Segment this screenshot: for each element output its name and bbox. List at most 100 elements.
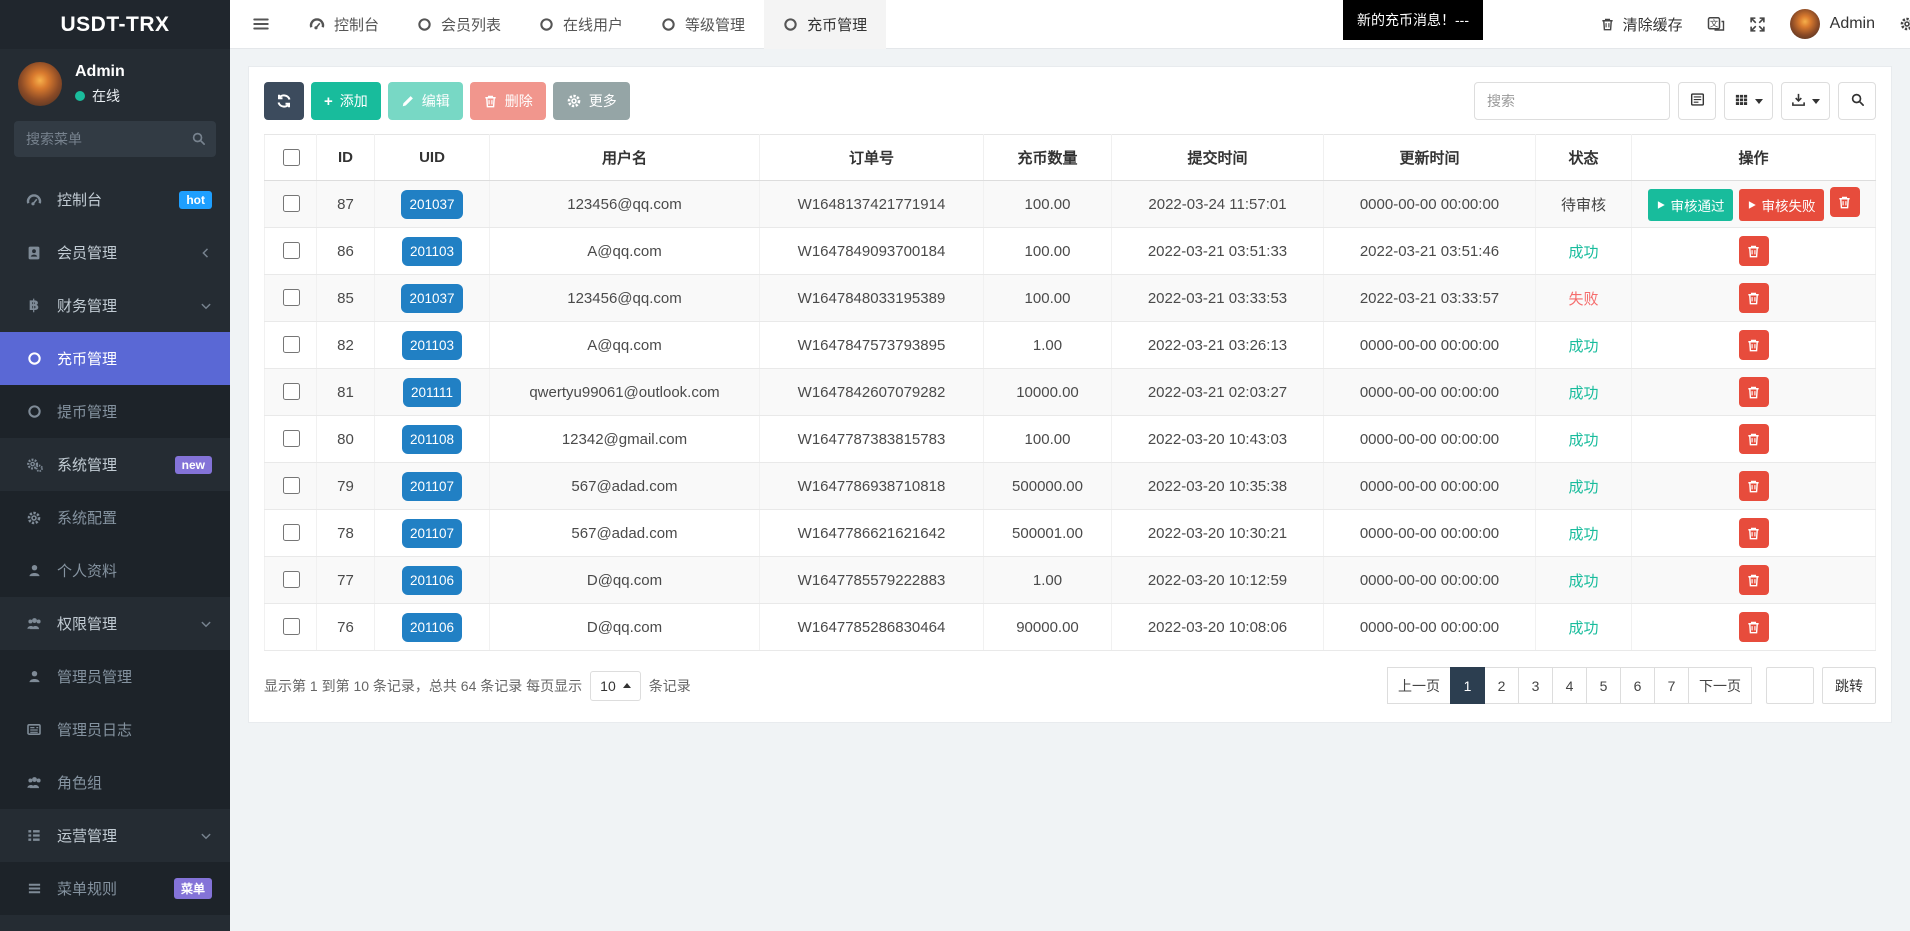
- admin-label: Admin: [1830, 15, 1875, 33]
- row-delete-button[interactable]: [1739, 377, 1769, 407]
- circleo-icon: [661, 17, 676, 32]
- delete-button[interactable]: 删除: [470, 82, 546, 120]
- tab-2[interactable]: 在线用户: [520, 0, 642, 49]
- search-toggle-button[interactable]: [1838, 82, 1876, 120]
- row-delete-button[interactable]: [1739, 236, 1769, 266]
- row-checkbox[interactable]: [283, 430, 300, 447]
- row-delete-button[interactable]: [1739, 330, 1769, 360]
- sidebar-item-label: 运营管理: [57, 825, 117, 846]
- sidebar-menu: 控制台hot 会员管理 ฿财务管理充币管理提币管理系统管理new系统配置个人资料权限…: [0, 173, 230, 915]
- row-checkbox[interactable]: [283, 524, 300, 541]
- edit-button[interactable]: 编辑: [388, 82, 463, 120]
- row-checkbox[interactable]: [283, 383, 300, 400]
- page-size-select[interactable]: 10: [590, 671, 641, 701]
- sidebar-item-8[interactable]: 权限管理: [0, 597, 230, 650]
- page-button-4[interactable]: 4: [1552, 667, 1587, 704]
- admin-menu[interactable]: Admin: [1790, 9, 1875, 39]
- columns-button[interactable]: [1724, 82, 1773, 120]
- sidebar-item-0[interactable]: 控制台hot: [0, 173, 230, 226]
- column-header: ID: [317, 135, 375, 181]
- sidebar-item-10[interactable]: 管理员日志: [0, 703, 230, 756]
- add-button[interactable]: + 添加: [311, 82, 381, 120]
- page-button-7[interactable]: 7: [1654, 667, 1689, 704]
- uid-badge: 201107: [402, 519, 462, 548]
- gear-icon[interactable]: [1899, 16, 1910, 32]
- sidebar-item-1[interactable]: 会员管理: [0, 226, 230, 279]
- tab-4[interactable]: 充币管理: [764, 0, 886, 49]
- row-delete-button[interactable]: [1739, 612, 1769, 642]
- row-checkbox[interactable]: [283, 242, 300, 259]
- sidebar-item-3[interactable]: 充币管理: [0, 332, 230, 385]
- cell-amount: 100.00: [984, 275, 1112, 322]
- sidebar-item-5[interactable]: 系统管理new: [0, 438, 230, 491]
- sidebar-item-4[interactable]: 提币管理: [0, 385, 230, 438]
- jump-button[interactable]: 跳转: [1822, 667, 1876, 704]
- next-page-button[interactable]: 下一页: [1688, 667, 1752, 704]
- reject-button[interactable]: 审核失败: [1739, 189, 1824, 221]
- select-all-checkbox[interactable]: [283, 149, 300, 166]
- row-checkbox[interactable]: [283, 477, 300, 494]
- page-button-6[interactable]: 6: [1620, 667, 1655, 704]
- prev-page-button[interactable]: 上一页: [1387, 667, 1451, 704]
- export-button[interactable]: [1781, 82, 1830, 120]
- sidebar-item-label: 提币管理: [57, 401, 117, 422]
- page-button-3[interactable]: 3: [1518, 667, 1553, 704]
- page-button-5[interactable]: 5: [1586, 667, 1621, 704]
- jump-page-input[interactable]: [1766, 667, 1814, 704]
- trash-icon: [1600, 17, 1615, 32]
- page-button-1[interactable]: 1: [1450, 667, 1485, 704]
- sidebar-item-13[interactable]: 菜单规则 菜单: [0, 862, 230, 915]
- tab-3[interactable]: 等级管理: [642, 0, 764, 49]
- clear-cache-button[interactable]: 清除缓存: [1600, 14, 1683, 35]
- refresh-button[interactable]: [264, 82, 304, 120]
- cell-actions: [1632, 322, 1876, 369]
- approve-button[interactable]: 审核通过: [1648, 189, 1733, 221]
- circleo-icon: [417, 17, 432, 32]
- row-checkbox[interactable]: [283, 336, 300, 353]
- online-dot-icon: [75, 91, 85, 101]
- row-delete-button[interactable]: [1739, 565, 1769, 595]
- row-delete-button[interactable]: [1739, 283, 1769, 313]
- sidebar-badge: 菜单: [174, 878, 212, 899]
- fullscreen-icon[interactable]: [1749, 16, 1766, 33]
- row-checkbox[interactable]: [283, 195, 300, 212]
- cell-submit-time: 2022-03-21 03:51:33: [1112, 228, 1324, 275]
- bars-icon: [24, 881, 44, 896]
- tab-1[interactable]: 会员列表: [398, 0, 520, 49]
- row-delete-button[interactable]: [1739, 471, 1769, 501]
- row-checkbox[interactable]: [283, 571, 300, 588]
- sidebar-item-12[interactable]: 运营管理: [0, 809, 230, 862]
- circleo-icon: [24, 351, 44, 366]
- sidebar-search-input[interactable]: [14, 121, 216, 157]
- trash-icon: [1746, 479, 1761, 494]
- row-delete-button[interactable]: [1830, 187, 1860, 217]
- row-checkbox[interactable]: [283, 289, 300, 306]
- more-button[interactable]: 更多: [553, 82, 630, 120]
- sidebar-item-11[interactable]: 角色组: [0, 756, 230, 809]
- circleo-icon: [539, 17, 554, 32]
- row-checkbox[interactable]: [283, 618, 300, 635]
- sidebar-item-7[interactable]: 个人资料: [0, 544, 230, 597]
- sidebar-item-label: 系统管理: [57, 454, 117, 475]
- sidebar-item-9[interactable]: 管理员管理: [0, 650, 230, 703]
- sidebar-item-label: 会员管理: [57, 242, 117, 263]
- sidebar-item-2[interactable]: ฿财务管理: [0, 279, 230, 332]
- cell-actions: [1632, 228, 1876, 275]
- search-icon: [1850, 92, 1865, 110]
- row-delete-button[interactable]: [1739, 424, 1769, 454]
- card-view-button[interactable]: [1678, 82, 1716, 120]
- sidebar: USDT-TRX Admin 在线 控制台hot会员管理฿财务管理充币管理提币管…: [0, 0, 230, 931]
- page-button-2[interactable]: 2: [1484, 667, 1519, 704]
- table-search-input[interactable]: [1474, 82, 1670, 120]
- svg-text:文: 文: [1709, 18, 1718, 28]
- sidebar-item-label: 菜单规则: [57, 878, 117, 899]
- user-profile[interactable]: Admin 在线: [0, 49, 230, 113]
- tab-0[interactable]: 控制台: [290, 0, 398, 49]
- caret-down-icon: [1812, 99, 1820, 104]
- translate-icon[interactable]: 文: [1707, 16, 1725, 32]
- row-delete-button[interactable]: [1739, 518, 1769, 548]
- menu-toggle-icon[interactable]: [252, 15, 270, 33]
- status-badge: 成功: [1568, 338, 1598, 355]
- status-badge: 成功: [1568, 385, 1598, 402]
- sidebar-item-6[interactable]: 系统配置: [0, 491, 230, 544]
